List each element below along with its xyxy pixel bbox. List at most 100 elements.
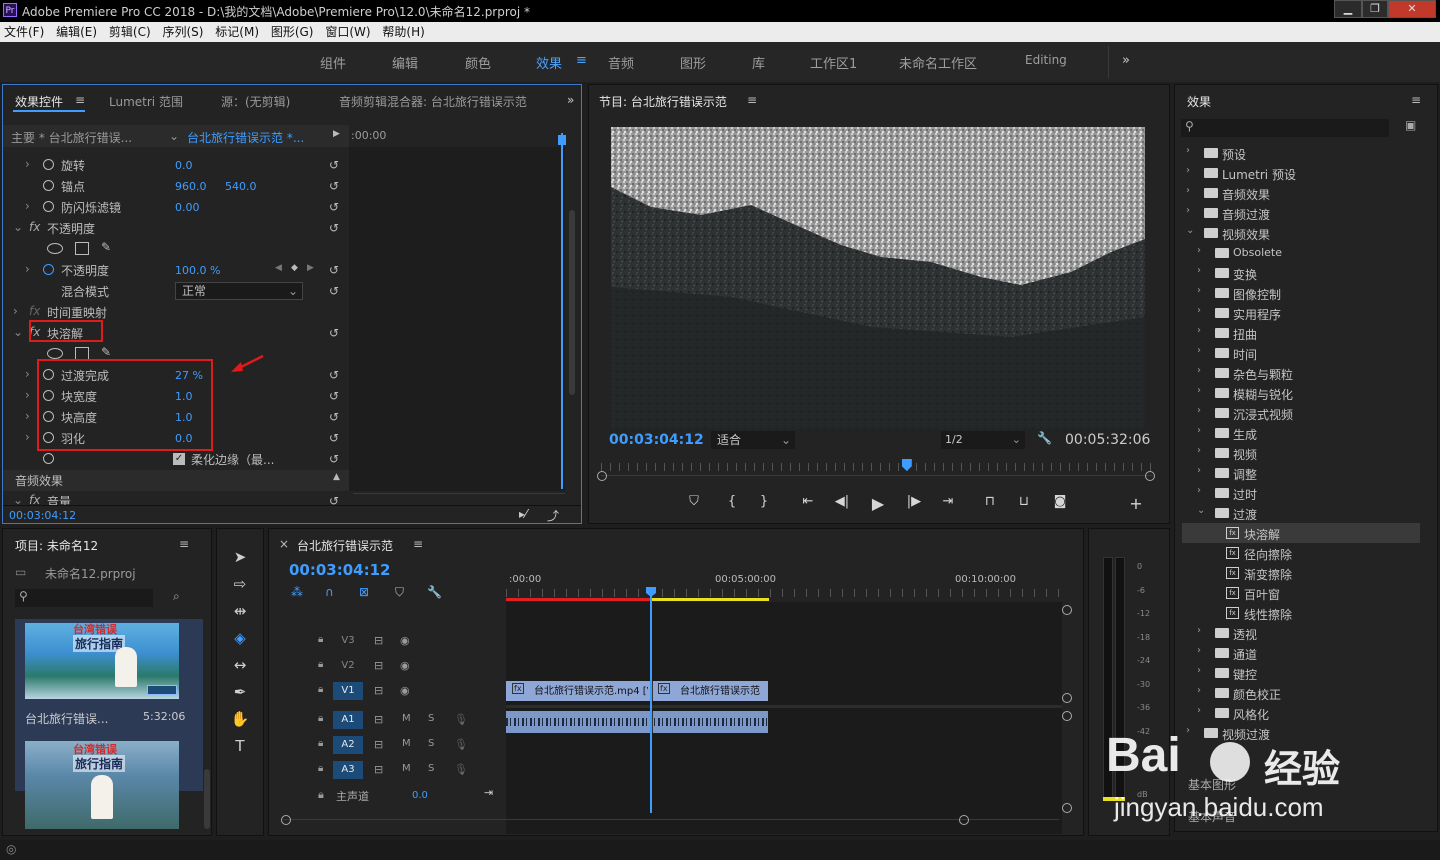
track-target-label[interactable]: V1	[333, 682, 363, 700]
workspace-audio[interactable]: 音频	[608, 53, 634, 72]
tab-audio-clip-mixer[interactable]: 音频剪辑混合器: 台北旅行错误示范	[339, 93, 549, 110]
sync-lock-icon[interactable]: ⊟	[374, 684, 383, 697]
reset-icon[interactable]: ↺	[329, 410, 339, 424]
chevron-right-icon[interactable]: ›	[1186, 185, 1190, 196]
hscroll-handle[interactable]	[281, 815, 291, 825]
sync-lock-icon[interactable]: ⊟	[374, 713, 383, 726]
clip-thumbnail[interactable]: 台湾错误 旅行指南	[25, 623, 179, 699]
maximize-button[interactable]: ❐	[1362, 0, 1388, 18]
workspace-graphics[interactable]: 图形	[680, 53, 706, 72]
clip-name[interactable]: 台北旅行错误...	[25, 710, 108, 727]
effects-tree-item[interactable]: › 透视	[1182, 623, 1420, 643]
track-select-tool-icon[interactable]: ⇨	[229, 573, 251, 595]
panel-menu-icon[interactable]: ≡	[75, 93, 85, 107]
effects-tree-item[interactable]: › 时间	[1182, 343, 1420, 363]
track-target-label[interactable]: A1	[333, 711, 363, 729]
project-search-input[interactable]: ⚲	[15, 589, 153, 607]
go-to-out-icon[interactable]: ⇥	[938, 494, 958, 509]
chevron-right-icon[interactable]: ›	[25, 262, 30, 276]
export-icon[interactable]: ⤴	[547, 507, 559, 524]
reset-icon[interactable]: ↺	[329, 284, 339, 298]
play-only-icon[interactable]: ▶	[333, 129, 340, 139]
mic-icon[interactable]: 🎙︎	[454, 738, 468, 751]
chevron-right-icon[interactable]: ›	[25, 388, 30, 402]
stopwatch-icon[interactable]	[43, 180, 54, 191]
pen-mask-icon[interactable]: ✎	[101, 240, 111, 254]
chevron-right-icon[interactable]: ›	[1197, 705, 1201, 716]
prev-keyframe-icon[interactable]: ◀	[275, 263, 282, 273]
chevron-right-icon[interactable]: ›	[1197, 445, 1201, 456]
effects-panel-title[interactable]: 效果	[1187, 93, 1211, 110]
export-frame-icon[interactable]: ◙	[1050, 494, 1070, 509]
add-marker-icon[interactable]: ⛉	[684, 494, 704, 509]
effects-tree-item[interactable]: › 实用程序	[1182, 303, 1420, 323]
effects-tree-item[interactable]: › 键控	[1182, 663, 1420, 683]
next-keyframe-icon[interactable]: ▶	[307, 263, 314, 273]
tab-lumetri-scopes[interactable]: Lumetri 范围	[109, 93, 183, 110]
chevron-right-icon[interactable]: ›	[25, 409, 30, 423]
video-clip[interactable]: fx 台北旅行错误示范.mp4 [V] fx 台北旅行错误示范	[506, 681, 768, 701]
master-clip-label[interactable]: 主要 * 台北旅行错误...	[11, 129, 132, 146]
chevron-right-icon[interactable]: ›	[25, 367, 30, 381]
chevron-right-icon[interactable]: ›	[25, 199, 30, 213]
reset-icon[interactable]: ↺	[329, 326, 339, 340]
pen-mask-icon[interactable]: ✎	[101, 345, 111, 359]
timeline-playhead[interactable]	[650, 587, 652, 813]
effects-tree-item[interactable]: › 过时	[1182, 483, 1420, 503]
effects-tree-item[interactable]: › 视频	[1182, 443, 1420, 463]
chevron-down-icon[interactable]: ⌄	[13, 493, 23, 505]
chevron-right-icon[interactable]: ›	[25, 430, 30, 444]
menu-edit[interactable]: 编辑(E)	[52, 22, 101, 42]
ellipse-mask-icon[interactable]	[47, 348, 63, 359]
anchor-x-value[interactable]: 960.0	[175, 180, 207, 193]
mute-button[interactable]: M	[402, 763, 411, 774]
reset-icon[interactable]: ↺	[329, 200, 339, 214]
zoom-handle-left[interactable]	[597, 471, 607, 481]
panel-menu-icon[interactable]: ≡	[413, 537, 423, 551]
chevron-right-icon[interactable]: ›	[1197, 345, 1201, 356]
effects-tree-item[interactable]: › 变换	[1182, 263, 1420, 283]
ripple-edit-tool-icon[interactable]: ⇹	[229, 600, 251, 622]
current-time[interactable]: 00:03:04:12	[9, 509, 76, 522]
effects-tree-item[interactable]: › 沉浸式视频	[1182, 403, 1420, 423]
antiflicker-value[interactable]: 0.00	[175, 201, 200, 214]
lock-icon[interactable]: 🔒︎	[318, 788, 324, 802]
rotation-value[interactable]: 0.0	[175, 159, 193, 172]
sync-lock-icon[interactable]: ⊟	[374, 763, 383, 776]
effects-tree-item[interactable]: › 生成	[1182, 423, 1420, 443]
chevron-down-icon[interactable]: ⌄	[13, 220, 23, 234]
zoom-handle-right[interactable]	[1145, 471, 1155, 481]
lock-icon[interactable]: 🔒︎	[318, 634, 323, 645]
effects-tree-item[interactable]: › Obsolete	[1182, 243, 1420, 263]
panel-menu-icon[interactable]: ≡	[179, 537, 189, 551]
mute-button[interactable]: M	[402, 713, 411, 724]
effects-tree-item[interactable]: fx 百叶窗	[1182, 583, 1420, 603]
button-editor-icon[interactable]: +	[1126, 494, 1146, 513]
effects-tree-item[interactable]: › 模糊与锐化	[1182, 383, 1420, 403]
go-to-in-icon[interactable]: ⇤	[798, 494, 818, 509]
effects-tree-item[interactable]: › Lumetri 预设	[1182, 163, 1420, 183]
fx-icon[interactable]: fx	[29, 220, 40, 234]
type-tool-icon[interactable]: T	[229, 735, 251, 757]
chevron-right-icon[interactable]: ›	[1197, 685, 1201, 696]
wrench-icon[interactable]: 🔧	[427, 585, 442, 599]
effects-tree-item[interactable]: › 视频过渡	[1182, 723, 1420, 743]
effects-tree-item[interactable]: › 音频过渡	[1182, 203, 1420, 223]
effects-tree-item[interactable]: › 风格化	[1182, 703, 1420, 723]
effects-tree-item[interactable]: › 通道	[1182, 643, 1420, 663]
workspace-editing-en[interactable]: Editing	[1025, 53, 1067, 67]
workspace-untitled[interactable]: 未命名工作区	[899, 53, 977, 72]
effects-tree-item[interactable]: fx 径向擦除	[1182, 543, 1420, 563]
zoom-scrollbar[interactable]	[597, 471, 1155, 483]
chevron-right-icon[interactable]: ›	[1197, 385, 1201, 396]
chevron-right-icon[interactable]: ›	[1197, 625, 1201, 636]
solo-button[interactable]: S	[428, 713, 434, 724]
effects-tree-item[interactable]: › 杂色与颗粒	[1182, 363, 1420, 383]
eye-icon[interactable]: ◉	[400, 659, 410, 672]
chevron-right-icon[interactable]: ›	[1186, 165, 1190, 176]
effects-tree-item[interactable]: fx 线性擦除	[1182, 603, 1420, 623]
mic-icon[interactable]: 🎙︎	[454, 763, 468, 776]
lock-icon[interactable]: 🔒︎	[318, 763, 323, 774]
chevron-right-icon[interactable]: ›	[1197, 485, 1201, 496]
effects-tree-item[interactable]: ⌄ 过渡	[1182, 503, 1420, 523]
